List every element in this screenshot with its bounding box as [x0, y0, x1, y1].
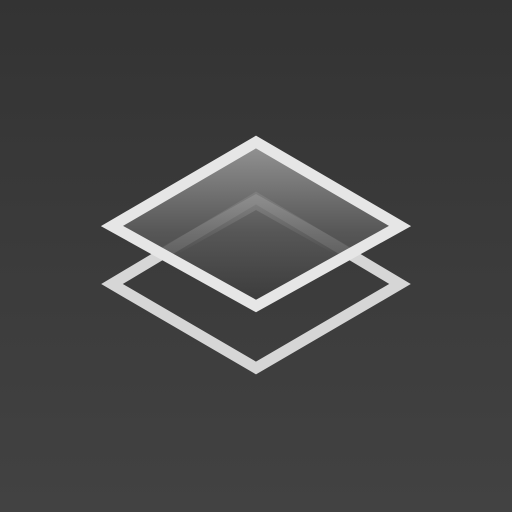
layers-icon: [100, 135, 412, 375]
app-icon: [0, 0, 512, 512]
top-layer-fill: [112, 142, 400, 306]
